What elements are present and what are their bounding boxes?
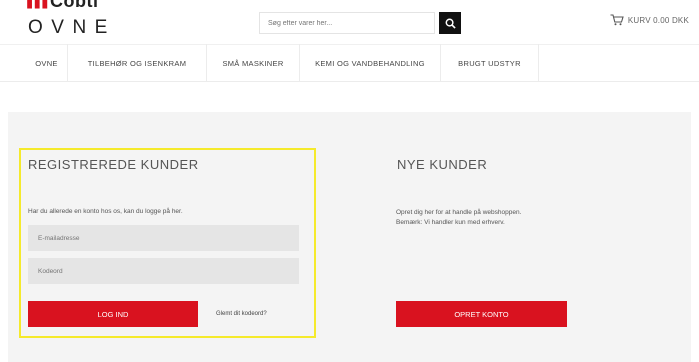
cart-total: KURV 0.00 DKK — [627, 15, 689, 25]
nav-item-sma-maskiner[interactable]: SMÅ MASKINER — [207, 44, 300, 82]
cart-icon — [610, 14, 624, 26]
logo-mark-icon: ▮▮▮ — [26, 0, 49, 10]
logo[interactable]: ▮▮▮Cobti OVNE — [26, 0, 146, 40]
new-customers-text-line-1: Opret dig her for at handle på webshoppe… — [396, 209, 522, 216]
nav-item-ovne[interactable]: OVNE — [26, 44, 68, 82]
logo-brand-name: Cobti — [49, 0, 99, 11]
login-description: Har du allerede en konto hos os, kan du … — [28, 208, 183, 215]
nav-item-tilbehor[interactable]: TILBEHØR OG ISENKRAM — [68, 44, 207, 82]
nav-item-brugt-udstyr[interactable]: BRUGT UDSTYR — [441, 44, 539, 82]
new-customers-description: Opret dig her for at handle på webshoppe… — [396, 208, 521, 228]
site-header: ▮▮▮Cobti OVNE KURV 0.00 DKK — [0, 0, 699, 44]
nav-item-kemi[interactable]: KEMI OG VANDBEHANDLING — [300, 44, 441, 82]
search-button[interactable] — [439, 12, 461, 34]
login-title: REGISTREREDE KUNDER — [28, 157, 199, 172]
password-field[interactable] — [28, 258, 299, 284]
logo-top-text: ▮▮▮Cobti — [26, 0, 98, 12]
login-button[interactable]: LOG IND — [28, 301, 198, 327]
search-bar — [259, 12, 467, 34]
cart-link[interactable]: KURV 0.00 DKK — [610, 14, 689, 26]
forgot-password-link[interactable]: Glemt dit kodeord? — [216, 311, 267, 317]
account-panel: REGISTREREDE KUNDER Har du allerede en k… — [8, 112, 691, 362]
new-customers-text-line-2: Bemærk: Vi handler kun med erhverv. — [396, 219, 505, 226]
email-field[interactable] — [28, 225, 299, 251]
logo-subtitle: OVNE — [28, 17, 116, 38]
main-nav: OVNE TILBEHØR OG ISENKRAM SMÅ MASKINER K… — [0, 44, 699, 82]
search-input[interactable] — [259, 12, 435, 34]
new-customers-title: NYE KUNDER — [397, 157, 488, 172]
create-account-button[interactable]: OPRET KONTO — [396, 301, 567, 327]
search-icon — [445, 18, 456, 29]
